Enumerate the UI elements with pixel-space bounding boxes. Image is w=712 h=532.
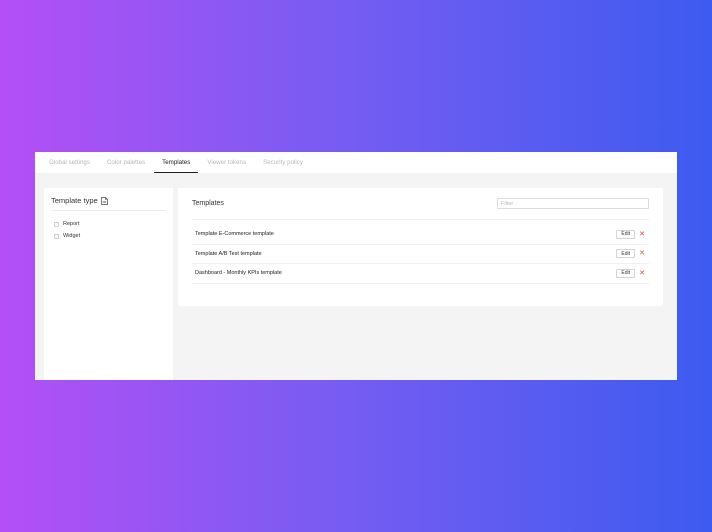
edit-button[interactable]: Edit: [616, 268, 635, 278]
option-widget[interactable]: Widget: [54, 230, 166, 242]
table-row: Dashboard - Monthly KPIs template Edit ✕: [192, 264, 649, 284]
report-checkbox[interactable]: [54, 221, 59, 227]
option-report-label: Report: [63, 221, 80, 227]
close-icon[interactable]: ✕: [639, 250, 645, 257]
template-name: Template A/B Test template: [195, 250, 262, 257]
close-icon[interactable]: ✕: [639, 231, 645, 238]
template-type-options: Report Widget: [51, 218, 166, 242]
table-row: Template A/B Test template Edit ✕: [192, 245, 649, 264]
tab-global-settings[interactable]: Global settings: [41, 152, 98, 173]
table-row: Template E-Commerce template Edit ✕: [192, 225, 649, 245]
row-actions: Edit ✕: [616, 229, 649, 239]
row-actions: Edit ✕: [616, 249, 649, 259]
row-actions: Edit ✕: [616, 268, 649, 278]
main-content: Template type Report Widget Templates Fi…: [35, 173, 677, 380]
close-icon[interactable]: ✕: [639, 270, 645, 277]
app-window: Global settings Color palettes Templates…: [35, 152, 677, 380]
widget-checkbox[interactable]: [54, 233, 59, 239]
templates-panel: Templates Template E-Commerce template E…: [178, 188, 663, 306]
sidebar-title-text: Template type: [51, 196, 98, 205]
tab-bar: Global settings Color palettes Templates…: [35, 152, 677, 173]
template-name: Template E-Commerce template: [195, 231, 274, 238]
filter-sidebar: Template type Report Widget: [44, 188, 173, 380]
templates-list: Template E-Commerce template Edit ✕ Temp…: [192, 225, 649, 284]
tab-viewer-tokens[interactable]: Viewer tokens: [199, 152, 254, 173]
option-report[interactable]: Report: [54, 218, 166, 230]
template-name: Dashboard - Monthly KPIs template: [195, 270, 282, 277]
tab-color-palettes[interactable]: Color palettes: [99, 152, 153, 173]
edit-button[interactable]: Edit: [616, 229, 635, 239]
tab-templates[interactable]: Templates: [154, 152, 199, 173]
option-widget-label: Widget: [63, 233, 81, 239]
document-icon: [100, 196, 108, 205]
filter-input[interactable]: [497, 198, 649, 209]
sidebar-title: Template type: [51, 196, 166, 211]
panel-title: Templates: [192, 200, 224, 207]
tab-security-policy[interactable]: Security policy: [255, 152, 311, 173]
edit-button[interactable]: Edit: [616, 249, 635, 259]
panel-header: Templates: [192, 188, 649, 220]
